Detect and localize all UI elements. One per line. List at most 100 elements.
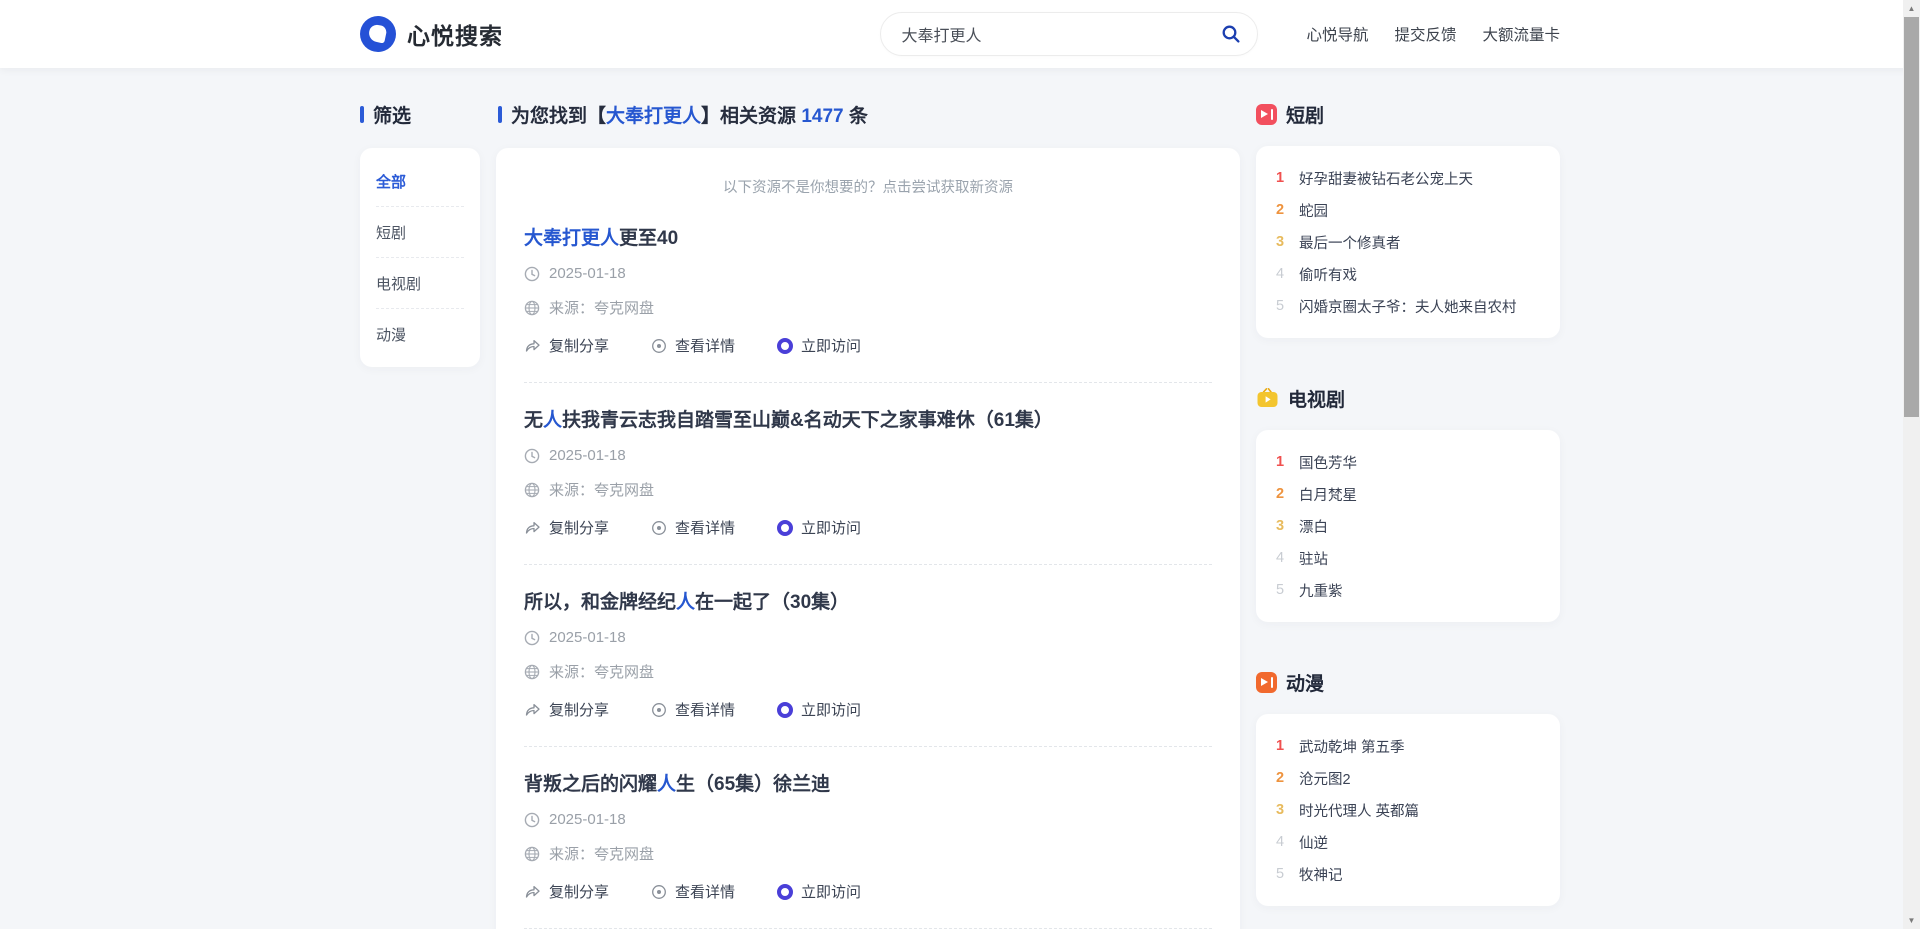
scrollbar-down-arrow[interactable]: ▼ [1903, 912, 1920, 929]
rankings-sidebar: 短剧 1 好孕甜妻被钻石老公宠上天 2 蛇园 3 最后一个修真者 4 偷听有戏 [1256, 102, 1560, 906]
ranking-item[interactable]: 3 时光代理人 英都篇 [1274, 794, 1542, 826]
visit-now-button[interactable]: 立即访问 [777, 699, 861, 720]
rank-number: 1 [1274, 454, 1286, 470]
ranking-section-anime: 动漫 1 武动乾坤 第五季 2 沧元图2 3 时光代理人 英都篇 4 仙逆 [1256, 670, 1560, 906]
visit-now-button[interactable]: 立即访问 [777, 881, 861, 902]
rank-name: 仙逆 [1299, 832, 1328, 853]
result-item: 大奉打更人更至40 2025-01-18 来源：夸克网盘 复制分享 [524, 209, 1212, 362]
ranking-item[interactable]: 5 牧神记 [1274, 858, 1542, 890]
ranking-item[interactable]: 4 仙逆 [1274, 826, 1542, 858]
copy-share-button[interactable]: 复制分享 [524, 517, 609, 538]
rank-name: 白月梵星 [1299, 484, 1357, 505]
rank-number: 5 [1274, 298, 1286, 314]
ranking-item[interactable]: 2 蛇园 [1274, 194, 1542, 226]
ranking-item[interactable]: 3 最后一个修真者 [1274, 226, 1542, 258]
filter-title: 筛选 [373, 101, 411, 128]
result-title[interactable]: 背叛之后的闪耀人生（65集）徐兰迪 [524, 769, 1212, 796]
results-heading: 为您找到【大奉打更人】相关资源 1477 条 [511, 101, 868, 128]
ranking-header: 短剧 [1256, 102, 1560, 126]
copy-share-button[interactable]: 复制分享 [524, 699, 609, 720]
eye-icon [651, 702, 667, 718]
scrollbar-track[interactable]: ▲ ▼ [1903, 0, 1920, 929]
rank-name: 时光代理人 英都篇 [1299, 800, 1419, 821]
anime-play-icon [1256, 672, 1277, 693]
visit-now-button[interactable]: 立即访问 [777, 335, 861, 356]
rank-number: 1 [1274, 170, 1286, 186]
result-item: 所以，和金牌经纪人在一起了（30集） 2025-01-18 来源：夸克网盘 复制… [524, 564, 1212, 726]
quark-disk-icon [777, 702, 793, 718]
ranking-item[interactable]: 5 闪婚京圈太子爷：夫人她来自农村 [1274, 290, 1542, 322]
nav-link-feedback[interactable]: 提交反馈 [1394, 23, 1456, 45]
results-header: 为您找到【大奉打更人】相关资源 1477 条 [498, 102, 1240, 126]
filter-item-all[interactable]: 全部 [376, 156, 464, 207]
copy-share-button[interactable]: 复制分享 [524, 335, 609, 356]
rank-name: 好孕甜妻被钻石老公宠上天 [1299, 168, 1473, 189]
rank-number: 4 [1274, 834, 1286, 850]
rank-number: 4 [1274, 550, 1286, 566]
section-bar-icon [498, 106, 502, 123]
rank-name: 牧神记 [1299, 864, 1343, 885]
ranking-section-shortdrama: 短剧 1 好孕甜妻被钻石老公宠上天 2 蛇园 3 最后一个修真者 4 偷听有戏 [1256, 102, 1560, 338]
search-input[interactable] [901, 25, 1213, 43]
rank-number: 2 [1274, 486, 1286, 502]
filter-item-shortdrama[interactable]: 短剧 [376, 207, 464, 258]
brand-logo[interactable]: 心悦搜索 [360, 16, 503, 52]
result-title[interactable]: 无人扶我青云志我自踏雪至山巅&名动天下之家事难休（61集） [524, 405, 1212, 432]
result-source-row: 来源：夸克网盘 [524, 479, 1212, 500]
brand-logo-icon [360, 16, 396, 52]
quark-disk-icon [777, 338, 793, 354]
results-keyword: 大奉打更人 [606, 106, 701, 127]
result-actions: 复制分享 查看详情 立即访问 [524, 699, 1212, 726]
scrollbar-thumb[interactable] [1904, 17, 1919, 417]
result-source: 来源：夸克网盘 [549, 843, 654, 864]
ranking-item[interactable]: 1 好孕甜妻被钻石老公宠上天 [1274, 162, 1542, 194]
ranking-item[interactable]: 5 九重紫 [1274, 574, 1542, 606]
filter-item-anime[interactable]: 动漫 [376, 309, 464, 359]
ranking-section-tvseries: 电视剧 1 国色芳华 2 白月梵星 3 漂白 4 驻站 [1256, 386, 1560, 622]
rank-name: 蛇园 [1299, 200, 1328, 221]
view-detail-button[interactable]: 查看详情 [651, 517, 735, 538]
result-title[interactable]: 所以，和金牌经纪人在一起了（30集） [524, 587, 1212, 614]
rank-number: 2 [1274, 770, 1286, 786]
ranking-item[interactable]: 2 白月梵星 [1274, 478, 1542, 510]
rank-name: 偷听有戏 [1299, 264, 1357, 285]
ranking-item[interactable]: 4 驻站 [1274, 542, 1542, 574]
result-source-row: 来源：夸克网盘 [524, 297, 1212, 318]
view-detail-button[interactable]: 查看详情 [651, 699, 735, 720]
ranking-title: 电视剧 [1288, 385, 1345, 412]
refresh-notice-link[interactable]: 以下资源不是你想要的？点击尝试获取新资源 [524, 172, 1212, 209]
view-detail-button[interactable]: 查看详情 [651, 335, 735, 356]
clock-icon [524, 630, 540, 646]
copy-share-button[interactable]: 复制分享 [524, 881, 609, 902]
ranking-item[interactable]: 4 偷听有戏 [1274, 258, 1542, 290]
ranking-item[interactable]: 3 漂白 [1274, 510, 1542, 542]
nav-link-navigation[interactable]: 心悦导航 [1306, 23, 1368, 45]
view-detail-button[interactable]: 查看详情 [651, 881, 735, 902]
search-icon [1220, 23, 1242, 45]
filter-item-tvseries[interactable]: 电视剧 [376, 258, 464, 309]
ranking-item[interactable]: 1 武动乾坤 第五季 [1274, 730, 1542, 762]
ranking-item[interactable]: 2 沧元图2 [1274, 762, 1542, 794]
clock-icon [524, 266, 540, 282]
rank-name: 国色芳华 [1299, 452, 1357, 473]
rank-number: 5 [1274, 582, 1286, 598]
nav-link-data-card[interactable]: 大额流量卡 [1482, 23, 1560, 45]
results-count: 1477 [801, 106, 843, 127]
result-source-row: 来源：夸克网盘 [524, 661, 1212, 682]
result-title[interactable]: 大奉打更人更至40 [524, 223, 1212, 250]
rank-number: 3 [1274, 802, 1286, 818]
clock-icon [524, 812, 540, 828]
ranking-header: 动漫 [1256, 670, 1560, 694]
ranking-header: 电视剧 [1256, 386, 1560, 410]
result-item: 无人扶我青云志我自踏雪至山巅&名动天下之家事难休（61集） 2025-01-18… [524, 382, 1212, 544]
rank-name: 最后一个修真者 [1299, 232, 1401, 253]
result-date: 2025-01-18 [549, 811, 626, 828]
ranking-item[interactable]: 1 国色芳华 [1274, 446, 1542, 478]
search-button[interactable] [1213, 16, 1249, 52]
visit-now-button[interactable]: 立即访问 [777, 517, 861, 538]
result-date-row: 2025-01-18 [524, 629, 1212, 646]
scrollbar-up-arrow[interactable]: ▲ [1903, 0, 1920, 17]
result-actions: 复制分享 查看详情 立即访问 [524, 335, 1212, 362]
clock-icon [524, 448, 540, 464]
result-date: 2025-01-18 [549, 447, 626, 464]
